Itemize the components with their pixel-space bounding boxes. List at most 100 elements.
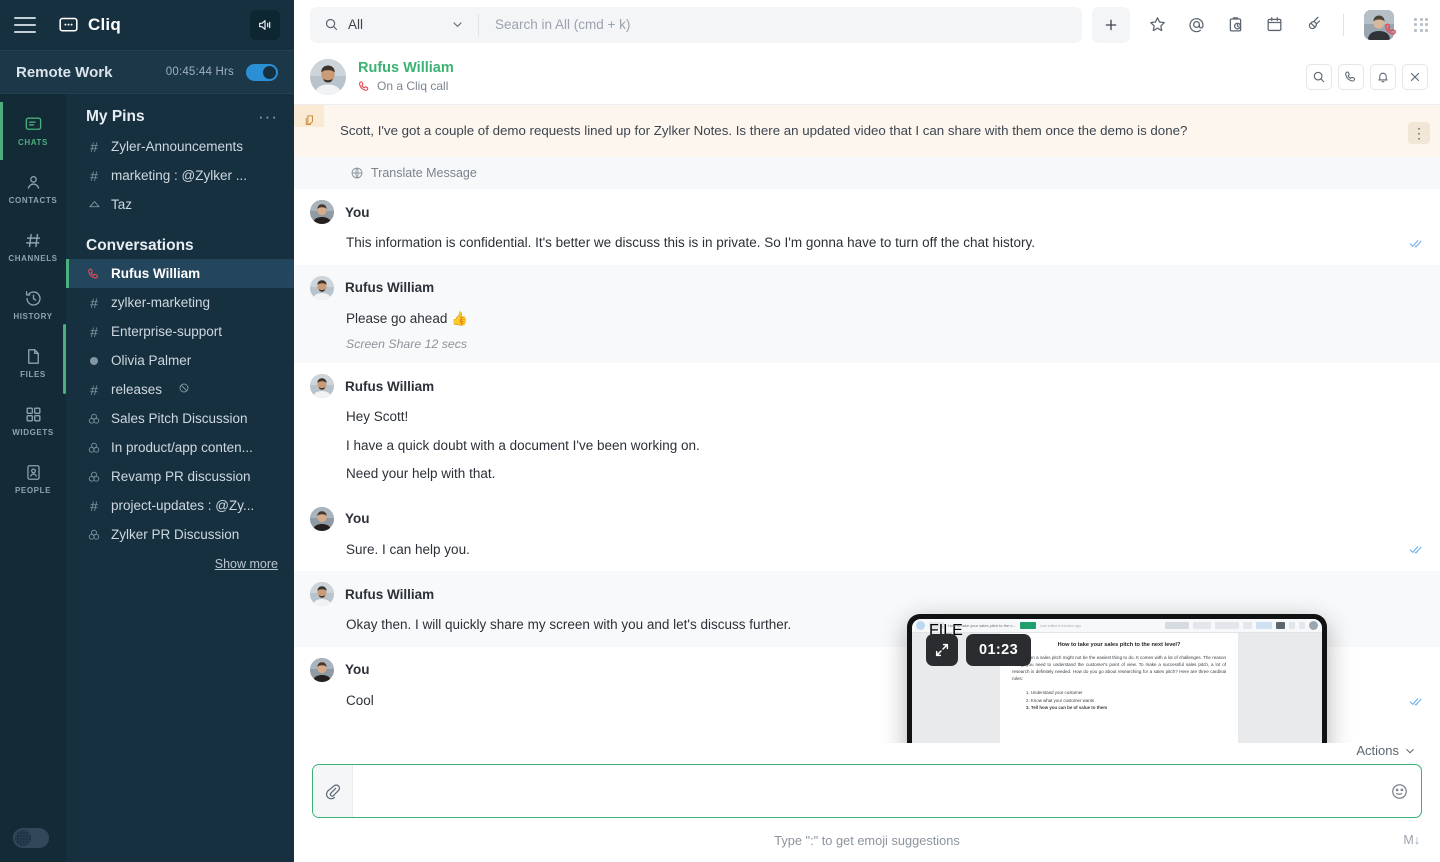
conversation-item-releases[interactable]: # releases <box>66 375 294 404</box>
pin-label: marketing : @Zylker ... <box>111 168 247 183</box>
pin-item-marketing[interactable]: # marketing : @Zylker ... <box>66 161 294 190</box>
translate-icon <box>351 167 363 179</box>
you-avatar <box>310 506 334 531</box>
conversation-item-zylker-pr-discussion[interactable]: Zylker PR Discussion <box>66 520 294 549</box>
pin-item-zyler-announcements[interactable]: # Zyler-Announcements <box>66 132 294 161</box>
divider <box>1343 13 1344 36</box>
rail-item-files[interactable]: FILES <box>0 334 66 392</box>
composer-hint-row: Type ":" to get emoji suggestions M↓ <box>294 818 1440 862</box>
navigation-rail: CHATS CONTACTS CHANNELS HISTORY FILES WI… <box>0 94 66 862</box>
theme-toggle[interactable] <box>13 828 49 848</box>
expand-icon[interactable] <box>926 634 958 666</box>
people-card-icon <box>26 465 40 480</box>
chevron-down-icon <box>1406 748 1414 753</box>
more-vertical-icon[interactable]: ⋮ <box>1408 122 1430 144</box>
rail-label: CHATS <box>18 138 48 147</box>
conversation-item-in-product-app-content[interactable]: In product/app conten... <box>66 433 294 462</box>
star-icon[interactable] <box>1148 15 1167 34</box>
document-heading: How to take your sales pitch to the next… <box>1057 642 1181 648</box>
new-chat-button[interactable] <box>1092 6 1130 43</box>
hamburger-icon[interactable] <box>14 17 36 33</box>
conversation-item-project-updates[interactable]: # project-updates : @Zy... <box>66 491 294 520</box>
rail-item-channels[interactable]: CHANNELS <box>0 218 66 276</box>
status-title: Remote Work <box>16 63 113 81</box>
search-input[interactable] <box>479 6 1082 43</box>
history-clock-icon <box>25 291 41 306</box>
conversation-label: In product/app conten... <box>111 440 253 455</box>
doc-present-icon <box>1276 622 1285 629</box>
doc-tab-review <box>1193 622 1211 629</box>
rufus-avatar <box>310 582 334 607</box>
search-scope-dropdown[interactable]: All <box>310 7 478 43</box>
conversation-label: Olivia Palmer <box>111 353 192 368</box>
sun-icon <box>15 830 31 846</box>
conversation-item-rufus-william[interactable]: Rufus William <box>66 259 294 288</box>
rail-item-contacts[interactable]: CONTACTS <box>0 160 66 218</box>
chat-title[interactable]: Rufus William <box>358 60 454 76</box>
left-panel: Cliq Remote Work 00:45:44 Hrs CHATS CONT… <box>0 0 294 862</box>
show-more-link[interactable]: Show more <box>215 557 278 571</box>
pin-item-taz[interactable]: Taz <box>66 190 294 219</box>
message-text: Need your help with that. <box>346 466 496 482</box>
actions-button[interactable]: Actions <box>1356 743 1416 758</box>
avatar[interactable] <box>1364 9 1396 40</box>
apps-grid-icon[interactable] <box>1414 17 1428 32</box>
rail-item-chats[interactable]: CHATS <box>0 102 66 160</box>
message-text: Hey Scott! <box>346 409 409 425</box>
you-avatar <box>310 200 334 224</box>
rufus-avatar <box>310 275 334 300</box>
notification-bell-icon[interactable] <box>1370 63 1396 90</box>
close-icon[interactable] <box>1402 63 1428 90</box>
speaker-icon[interactable] <box>250 10 280 40</box>
toolbar-icons <box>1148 9 1428 40</box>
conversation-item-enterprise-support[interactable]: # Enterprise-support <box>66 317 294 346</box>
hash-icon: # <box>90 381 98 398</box>
brand-name: Cliq <box>88 15 121 34</box>
conversation-item-revamp-pr-discussion[interactable]: Revamp PR discussion <box>66 462 294 491</box>
emoji-icon[interactable] <box>1377 782 1421 801</box>
message-sender: You <box>345 511 370 527</box>
message-input[interactable] <box>353 765 1377 817</box>
doc-saved-label: Last edited 8 minutes ago <box>1039 623 1081 628</box>
search-icon <box>325 18 338 31</box>
bot-icon <box>87 198 101 211</box>
mention-icon[interactable] <box>1187 15 1206 34</box>
pins-more-icon[interactable]: ··· <box>258 108 278 125</box>
calendar-icon[interactable] <box>1265 15 1284 34</box>
actions-row: Actions <box>294 743 1440 764</box>
status-toggle[interactable] <box>246 63 278 81</box>
rufus-avatar <box>310 374 334 399</box>
rail-label: CHANNELS <box>8 254 58 263</box>
cliq-logo-icon <box>59 17 78 32</box>
markdown-toggle[interactable]: M↓ <box>1403 833 1420 847</box>
message-item: You Sure. I can help you. <box>294 496 1440 572</box>
message-sender: You <box>345 204 370 220</box>
message-item: Rufus William Hey Scott! I have a quick … <box>294 363 1440 496</box>
rail-item-widgets[interactable]: WIDGETS <box>0 392 66 450</box>
reminder-icon[interactable] <box>1226 15 1245 34</box>
call-icon <box>359 80 369 91</box>
conversation-item-zylker-marketing[interactable]: # zylker-marketing <box>66 288 294 317</box>
search-in-chat-icon[interactable] <box>1306 63 1332 90</box>
conversation-item-olivia-palmer[interactable]: Olivia Palmer <box>66 346 294 375</box>
chat-avatar[interactable] <box>310 58 346 95</box>
conversation-item-sales-pitch-discussion[interactable]: Sales Pitch Discussion <box>66 404 294 433</box>
plug-integrations-icon[interactable] <box>1304 15 1323 34</box>
rail-item-history[interactable]: HISTORY <box>0 276 66 334</box>
search-bar: All <box>310 6 1082 43</box>
call-icon[interactable] <box>1338 63 1364 90</box>
doc-tool-icon <box>1243 622 1252 629</box>
read-receipt-icon <box>1409 694 1424 714</box>
translate-message-row[interactable]: Translate Message <box>294 157 1440 189</box>
message-item: You This information is confidential. It… <box>294 189 1440 265</box>
hash-icon: # <box>90 138 98 155</box>
message-text: Sure. I can help you. <box>346 541 470 557</box>
call-overlay-panel[interactable]: FILE How to take your sales pitch to the… <box>907 614 1327 743</box>
rail-item-people[interactable]: PEOPLE <box>0 450 66 508</box>
group-icon <box>87 412 101 426</box>
conversation-label: Rufus William <box>111 266 201 281</box>
doc-tab-compose <box>1165 622 1189 629</box>
call-icon <box>87 267 101 281</box>
pinned-message: Scott, I've got a couple of demo request… <box>294 105 1440 157</box>
attachment-icon[interactable] <box>313 765 353 817</box>
